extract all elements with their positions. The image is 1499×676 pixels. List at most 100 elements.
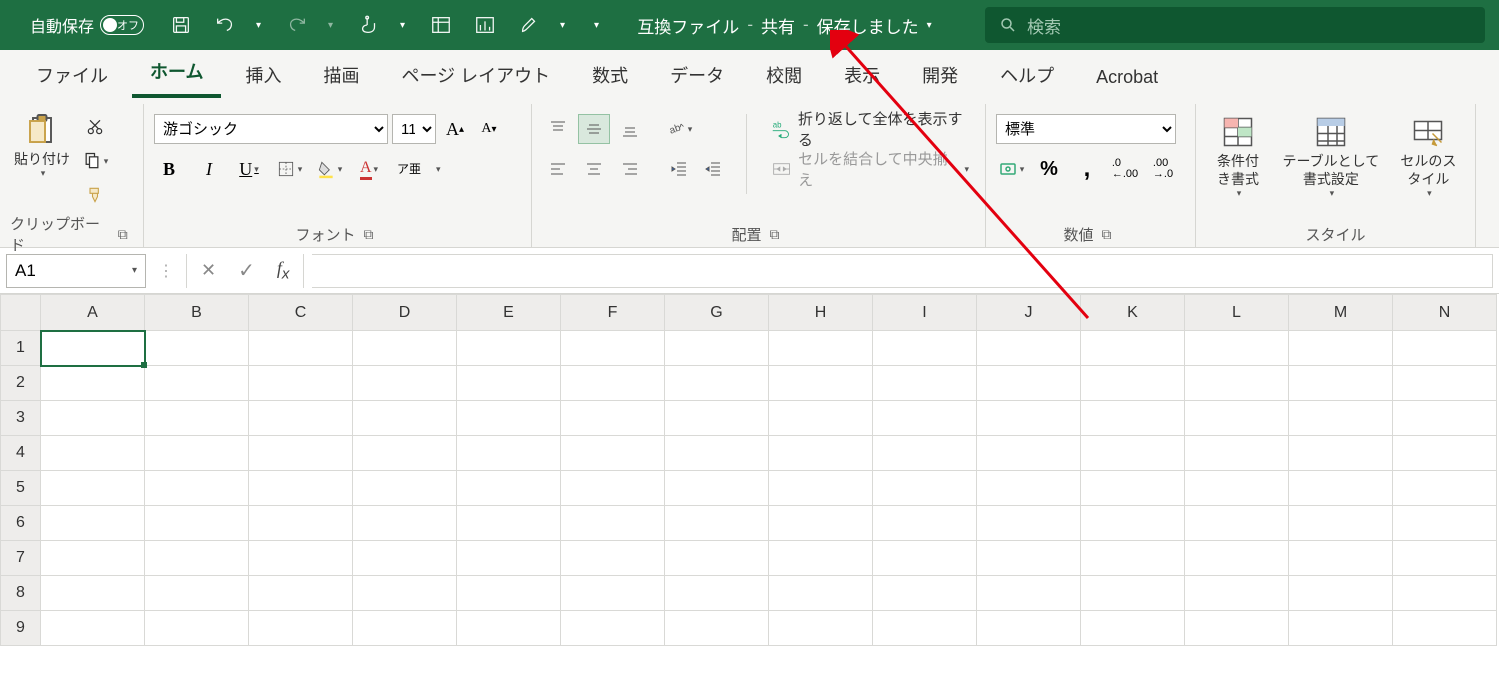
- cell[interactable]: [665, 331, 769, 366]
- cell[interactable]: [1393, 576, 1497, 611]
- cell[interactable]: [1289, 506, 1393, 541]
- font-size-select[interactable]: 11: [392, 114, 436, 144]
- cell[interactable]: [769, 366, 873, 401]
- row-header[interactable]: 3: [1, 401, 41, 436]
- cell[interactable]: [353, 506, 457, 541]
- align-top-icon[interactable]: [542, 114, 574, 144]
- cell[interactable]: [561, 611, 665, 646]
- cell[interactable]: [1185, 471, 1289, 506]
- col-header[interactable]: K: [1081, 295, 1185, 331]
- cell[interactable]: [1081, 366, 1185, 401]
- tab-draw[interactable]: 描画: [305, 54, 377, 98]
- cell[interactable]: [665, 611, 769, 646]
- cell[interactable]: [561, 541, 665, 576]
- save-icon[interactable]: [168, 12, 194, 38]
- cell[interactable]: [977, 471, 1081, 506]
- cell[interactable]: [1185, 506, 1289, 541]
- cell[interactable]: [977, 541, 1081, 576]
- row-header[interactable]: 4: [1, 436, 41, 471]
- copy-icon[interactable]: ▾: [80, 146, 110, 176]
- cell[interactable]: [561, 506, 665, 541]
- col-header[interactable]: E: [457, 295, 561, 331]
- cell[interactable]: [145, 576, 249, 611]
- underline-button[interactable]: U▾: [234, 154, 264, 184]
- percent-icon[interactable]: %: [1034, 154, 1064, 184]
- cell[interactable]: [249, 331, 353, 366]
- cell[interactable]: [769, 506, 873, 541]
- align-center-icon[interactable]: [578, 154, 610, 184]
- cell[interactable]: [145, 331, 249, 366]
- cell[interactable]: [1185, 541, 1289, 576]
- bold-button[interactable]: B: [154, 154, 184, 184]
- select-all-corner[interactable]: [1, 295, 41, 331]
- tab-developer[interactable]: 開発: [904, 54, 976, 98]
- cell[interactable]: [561, 471, 665, 506]
- cell[interactable]: [665, 541, 769, 576]
- cell[interactable]: [249, 436, 353, 471]
- redo-dropdown[interactable]: ▾: [328, 20, 338, 31]
- cell[interactable]: [1393, 611, 1497, 646]
- formula-input[interactable]: [312, 254, 1493, 288]
- pen-dropdown[interactable]: ▾: [560, 20, 570, 31]
- touch-dropdown[interactable]: ▾: [400, 20, 410, 31]
- col-header[interactable]: F: [561, 295, 665, 331]
- cell[interactable]: [977, 401, 1081, 436]
- cell[interactable]: [41, 366, 145, 401]
- touch-mode-icon[interactable]: [356, 12, 382, 38]
- cut-icon[interactable]: [80, 112, 110, 142]
- italic-button[interactable]: I: [194, 154, 224, 184]
- cell[interactable]: [1081, 576, 1185, 611]
- cell[interactable]: [145, 611, 249, 646]
- cell[interactable]: [145, 436, 249, 471]
- merge-center-button[interactable]: セルを結合して中央揃え▾: [765, 154, 975, 184]
- cell[interactable]: [873, 611, 977, 646]
- cell[interactable]: [41, 541, 145, 576]
- cell[interactable]: [41, 611, 145, 646]
- cell[interactable]: [249, 401, 353, 436]
- cell[interactable]: [1289, 436, 1393, 471]
- cell[interactable]: [769, 541, 873, 576]
- col-header[interactable]: G: [665, 295, 769, 331]
- cell[interactable]: [561, 366, 665, 401]
- cell[interactable]: [665, 401, 769, 436]
- comma-icon[interactable]: ,: [1072, 154, 1102, 184]
- clipboard-launcher[interactable]: ⧉: [118, 226, 133, 242]
- alignment-launcher[interactable]: ⧉: [770, 226, 786, 242]
- col-header[interactable]: N: [1393, 295, 1497, 331]
- cell[interactable]: [457, 366, 561, 401]
- cell[interactable]: [1081, 471, 1185, 506]
- cell[interactable]: [353, 576, 457, 611]
- cell[interactable]: [873, 576, 977, 611]
- tab-data[interactable]: データ: [652, 54, 742, 98]
- namebox-dropdown-icon[interactable]: ▾: [132, 265, 137, 276]
- cell[interactable]: [1289, 541, 1393, 576]
- cell[interactable]: [665, 471, 769, 506]
- qat-customize[interactable]: ▾: [594, 20, 604, 31]
- cell[interactable]: [457, 436, 561, 471]
- cell[interactable]: [769, 576, 873, 611]
- cell[interactable]: [665, 576, 769, 611]
- row-header[interactable]: 1: [1, 331, 41, 366]
- align-right-icon[interactable]: [614, 154, 646, 184]
- number-launcher[interactable]: ⧉: [1102, 226, 1118, 242]
- saved-dropdown-icon[interactable]: ▾: [927, 20, 932, 31]
- decrease-indent-icon[interactable]: [664, 154, 694, 184]
- orientation-button[interactable]: ab▾: [664, 114, 694, 144]
- number-format-select[interactable]: 標準: [996, 114, 1176, 144]
- cell[interactable]: [249, 576, 353, 611]
- cell[interactable]: [1393, 436, 1497, 471]
- col-header[interactable]: A: [41, 295, 145, 331]
- cell[interactable]: [977, 436, 1081, 471]
- cell[interactable]: [873, 506, 977, 541]
- format-painter-icon[interactable]: [80, 180, 110, 210]
- cell[interactable]: [457, 401, 561, 436]
- cell[interactable]: [977, 366, 1081, 401]
- row-header[interactable]: 5: [1, 471, 41, 506]
- cell[interactable]: [145, 541, 249, 576]
- cell[interactable]: [41, 576, 145, 611]
- cell[interactable]: [873, 541, 977, 576]
- cell-styles-button[interactable]: セルのスタイル▾: [1392, 110, 1465, 204]
- col-header[interactable]: M: [1289, 295, 1393, 331]
- decrease-decimal-icon[interactable]: .00→.0: [1148, 154, 1178, 184]
- cell[interactable]: [1289, 331, 1393, 366]
